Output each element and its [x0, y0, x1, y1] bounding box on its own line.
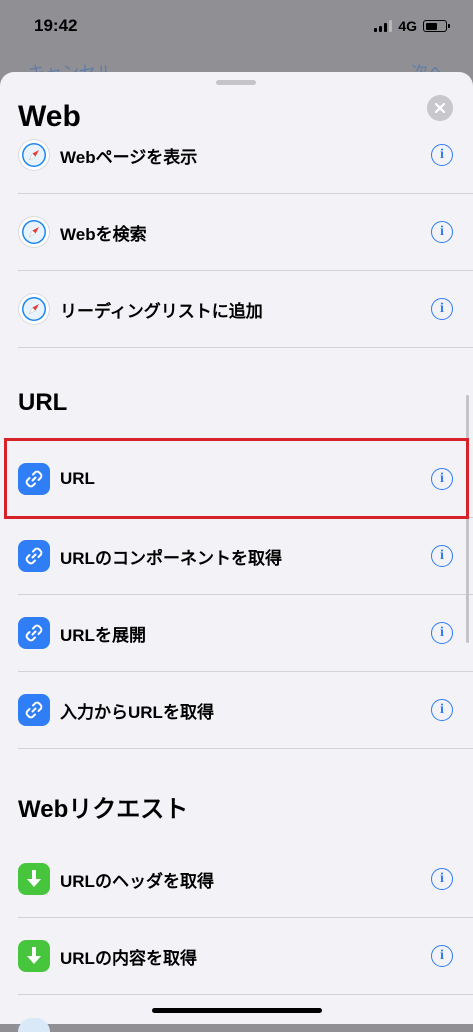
list-item-label: リーディングリストに追加 [60, 301, 263, 321]
network-type: 4G [398, 18, 417, 34]
scrollbar[interactable] [466, 395, 469, 643]
cellular-signal-icon [374, 20, 393, 32]
list-item-web-search[interactable]: Webを検索 i [18, 194, 473, 271]
safari-icon [18, 293, 50, 325]
list-item-expand-url[interactable]: URLを展開 i [18, 595, 473, 672]
info-icon[interactable]: i [431, 545, 453, 567]
list-item-url-contents[interactable]: URLの内容を取得 i [18, 918, 473, 995]
info-icon[interactable]: i [431, 221, 453, 243]
info-icon[interactable]: i [431, 144, 453, 166]
link-icon [18, 617, 50, 649]
status-bar: 19:42 4G [0, 0, 473, 52]
download-icon [18, 863, 50, 895]
battery-icon [423, 20, 450, 32]
sheet-grabber[interactable] [216, 80, 256, 85]
link-icon [18, 540, 50, 572]
safari-icon [18, 139, 50, 171]
home-indicator[interactable] [152, 1008, 322, 1013]
list-item-label: URLの内容を取得 [60, 948, 197, 968]
list-item-label: URLのヘッダを取得 [60, 871, 214, 891]
list-item-web-page-show[interactable]: Webページを表示 i [18, 117, 473, 194]
info-icon[interactable]: i [431, 298, 453, 320]
safari-icon [18, 216, 50, 248]
list-item-label: URLを展開 [60, 625, 146, 645]
close-icon [434, 102, 446, 114]
info-icon[interactable]: i [431, 945, 453, 967]
status-time: 19:42 [34, 16, 78, 35]
list-item-reading-list[interactable]: リーディングリストに追加 i [18, 271, 473, 348]
section-header-web-request: Webリクエスト [18, 796, 189, 823]
list-item-url-from-input[interactable]: 入力からURLを取得 i [18, 672, 473, 749]
link-icon [18, 694, 50, 726]
list-item-label: Webページを表示 [60, 147, 198, 167]
info-icon[interactable]: i [431, 699, 453, 721]
list-item-label: URLのコンポーネントを取得 [60, 548, 282, 568]
action-sheet: Web Webページを表示 i Webを検索 i リーディングリストに追加 i … [0, 72, 473, 1024]
info-icon[interactable]: i [431, 868, 453, 890]
info-icon[interactable]: i [431, 622, 453, 644]
highlight-box [4, 438, 469, 519]
status-indicators: 4G [374, 18, 450, 34]
list-item-url-headers[interactable]: URLのヘッダを取得 i [18, 841, 473, 918]
list-item-label: 入力からURLを取得 [60, 702, 214, 722]
list-item-url-components[interactable]: URLのコンポーネントを取得 i [18, 518, 473, 595]
list-item-label: Webを検索 [60, 224, 147, 244]
section-header-url: URL [18, 389, 68, 416]
download-icon [18, 940, 50, 972]
